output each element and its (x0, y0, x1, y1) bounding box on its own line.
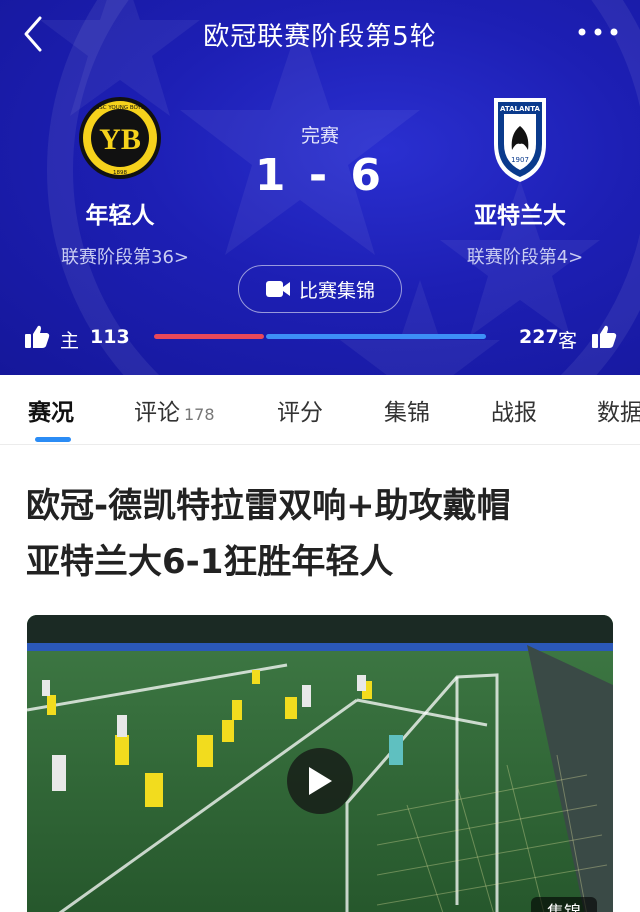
home-team-rank-link[interactable]: 联赛阶段第36> (15, 243, 235, 269)
away-vote-count: 227 (519, 326, 559, 348)
away-vote-bar (266, 334, 486, 339)
match-highlights-button[interactable]: 比赛集锦 (238, 265, 402, 313)
home-vote-label: 主 (60, 330, 80, 352)
match-header: 欧冠联赛阶段第5轮 YB BSC YOUNG BOYS 1898 ATALANT… (0, 0, 640, 375)
svg-text:1907: 1907 (511, 156, 529, 164)
svg-text:ATALANTA: ATALANTA (500, 105, 540, 113)
active-tab-indicator (35, 437, 71, 442)
away-team-rank-link[interactable]: 联赛阶段第4> (415, 243, 635, 269)
tab-highlights[interactable]: 集锦 (384, 393, 430, 427)
match-highlights-label: 比赛集锦 (298, 279, 375, 302)
back-arrow-icon[interactable] (18, 14, 50, 54)
play-button[interactable] (287, 748, 353, 814)
video-tag-badge: 集锦 (531, 897, 597, 912)
headline-line-2: 亚特兰大6-1狂胜年轻人 (26, 542, 394, 582)
match-tabs: 赛况 评论 178 评分 集锦 战报 数据 (0, 375, 640, 445)
article-headline[interactable]: 欧冠-德凯特拉雷双响+助攻戴帽 亚特兰大6-1狂胜年轻人 (26, 478, 616, 590)
match-score: 1 - 6 (254, 150, 386, 201)
highlight-video-thumbnail[interactable]: 集锦 (27, 615, 613, 912)
match-status: 完赛 (300, 125, 339, 147)
svg-text:BSC YOUNG BOYS: BSC YOUNG BOYS (96, 105, 145, 111)
away-team-logo[interactable]: ATALANTA 1907 (490, 94, 550, 184)
video-icon (265, 281, 290, 297)
home-vote-bar (154, 334, 264, 339)
play-icon (309, 767, 332, 795)
tab-stats[interactable]: 数据 (597, 393, 640, 427)
home-team-name[interactable]: 年轻人 (20, 196, 220, 230)
comment-count: 178 (184, 405, 215, 424)
tab-ratings[interactable]: 评分 (277, 393, 323, 427)
tab-report[interactable]: 战报 (491, 393, 537, 427)
headline-line-1: 欧冠-德凯特拉雷双响+助攻戴帽 (26, 486, 511, 526)
home-team-logo[interactable]: YB BSC YOUNG BOYS 1898 (78, 96, 162, 180)
support-vote-row: 主 113 227 客 (0, 318, 640, 358)
away-thumbs-up-icon[interactable] (591, 324, 617, 350)
home-vote-count: 113 (90, 326, 130, 348)
svg-text:1898: 1898 (113, 170, 127, 176)
page-title: 欧冠联赛阶段第5轮 (203, 22, 437, 52)
away-team-name[interactable]: 亚特兰大 (420, 196, 620, 230)
home-thumbs-up-icon[interactable] (24, 324, 50, 350)
svg-text:YB: YB (99, 123, 141, 156)
tab-live[interactable]: 赛况 (28, 393, 74, 427)
tab-comments[interactable]: 评论 178 (134, 393, 215, 427)
away-vote-label: 客 (558, 330, 578, 352)
more-icon[interactable] (576, 22, 620, 42)
